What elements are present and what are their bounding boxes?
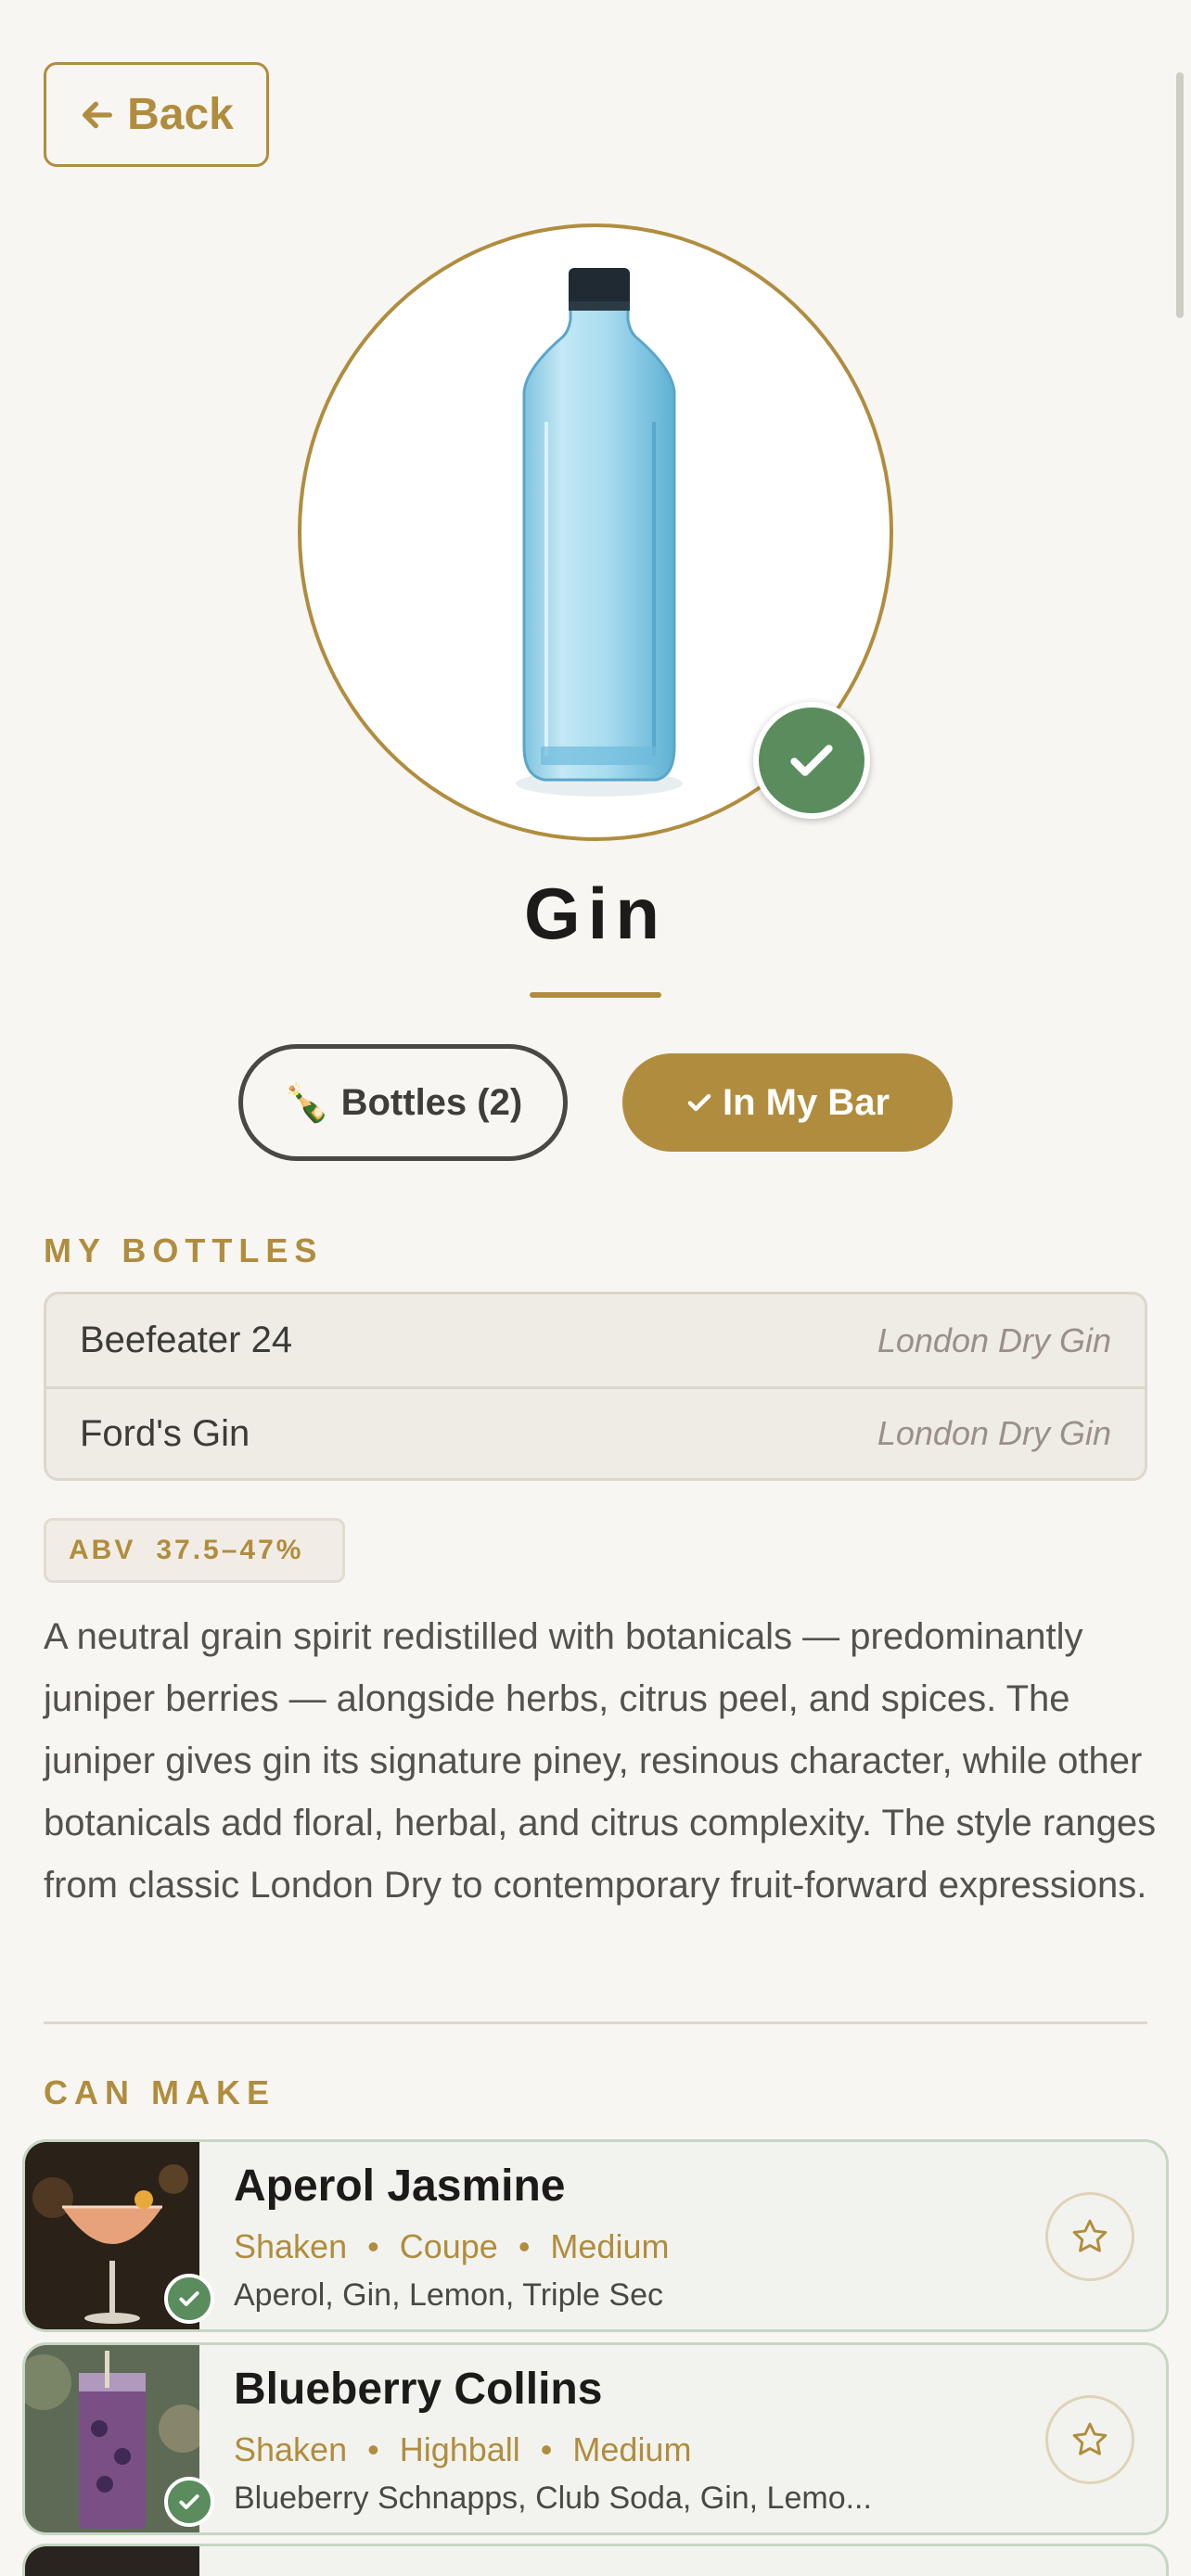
cocktail-card[interactable]: Aperol Jasmine Shaken • Coupe • Medium Apero… [22, 2139, 1169, 2332]
abv-label: ABV [69, 1535, 136, 1565]
abv-badge: ABV 37.5–47% [44, 1518, 345, 1583]
bottle-name: Beefeater 24 [80, 1320, 293, 1360]
arrow-left-icon [83, 101, 113, 128]
cocktail-difficulty: Medium [572, 2430, 692, 2468]
favorite-button[interactable] [1045, 2395, 1134, 2484]
bottle-type: London Dry Gin [877, 1320, 1111, 1359]
star-icon [1072, 2219, 1108, 2252]
favorite-button[interactable] [1045, 2192, 1134, 2281]
my-bottles-heading: MY BOTTLES [44, 1231, 324, 1269]
bottle-name: Ford's Gin [80, 1412, 250, 1454]
bottle-row[interactable]: Beefeater 24 London Dry Gin [46, 1294, 1145, 1386]
page-title: Gin [524, 873, 667, 954]
cocktail-method: Shaken [234, 2430, 348, 2468]
cocktail-difficulty: Medium [550, 2227, 670, 2265]
ingredient-description: A neutral grain spirit redistilled with … [44, 1616, 1157, 1906]
back-button[interactable]: Back [44, 62, 269, 167]
star-icon [1072, 2422, 1108, 2455]
abv-value: 37.5–47% [156, 1535, 304, 1565]
title-underline [530, 992, 661, 998]
cocktail-glass: Coupe [399, 2227, 498, 2265]
cocktail-name: Aperol Jasmine [234, 2162, 566, 2211]
my-bottles-list: Beefeater 24 London Dry Gin Ford's Gin L… [44, 1292, 1147, 1481]
in-my-bar-toggle[interactable]: In My Bar [622, 1053, 953, 1152]
bottle-icon: 🍾 [283, 1082, 330, 1124]
cocktail-ingredients: Blueberry Schnapps, Club Soda, Gin, Lemo… [234, 2480, 872, 2516]
cocktail-name: Blueberry Collins [234, 2365, 603, 2414]
cocktail-card[interactable]: Blueberry Collins Shaken • Highball • Medium… [22, 2342, 1169, 2535]
cocktail-card-partial[interactable] [22, 2544, 1169, 2576]
cocktail-ingredients: Aperol, Gin, Lemon, Triple Sec [234, 2277, 664, 2313]
cocktail-thumbnail [25, 2546, 199, 2576]
cocktail-glass: Highball [399, 2430, 520, 2468]
in-my-bar-label: In My Bar [722, 1081, 890, 1123]
scrollbar[interactable] [1176, 72, 1184, 318]
check-icon [790, 745, 833, 776]
bottles-button-label: Bottles (2) [340, 1081, 523, 1123]
bottles-button[interactable]: 🍾 Bottles (2) [238, 1044, 568, 1161]
bottle-type: London Dry Gin [877, 1414, 1111, 1452]
available-check-icon [164, 2274, 214, 2324]
section-divider [44, 2021, 1147, 2024]
bottle-row[interactable]: Ford's Gin London Dry Gin [46, 1386, 1145, 1478]
cocktail-meta: Shaken • Coupe • Medium [234, 2227, 670, 2265]
available-check-icon [164, 2477, 214, 2527]
can-make-heading: CAN MAKE [44, 2073, 275, 2111]
in-bar-check-badge [753, 702, 870, 819]
cocktail-meta: Shaken • Highball • Medium [234, 2430, 692, 2468]
check-icon [687, 1093, 711, 1112]
back-label: Back [127, 90, 234, 139]
cocktail-method: Shaken [234, 2227, 348, 2265]
